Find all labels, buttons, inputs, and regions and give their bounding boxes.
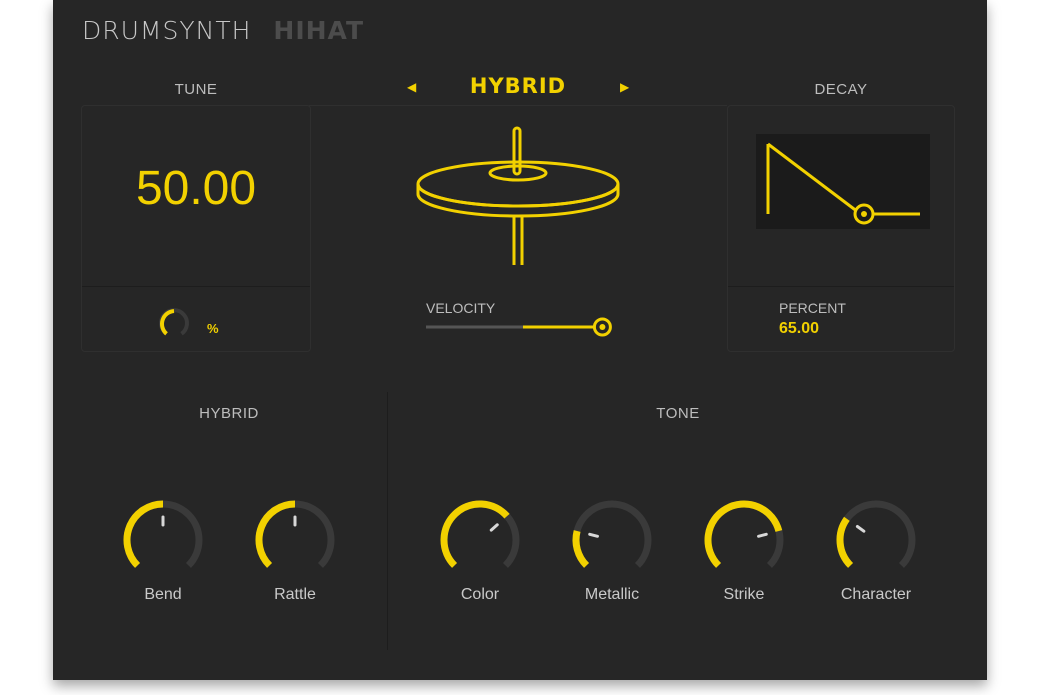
metallic-knob-track [572,500,652,568]
tune-label: TUNE [174,81,218,98]
color-knob[interactable] [438,498,522,582]
decay-label: DECAY [814,81,868,98]
rattle-knob-label: Rattle [274,586,316,603]
bend-knob-value-arc [123,500,164,568]
strike-knob-indicator [757,532,768,538]
strike-knob-value-arc [704,500,783,568]
metallic-knob[interactable] [570,498,654,582]
tone-section-title: TONE [656,405,700,422]
hybrid-section-title: HYBRID [199,405,259,422]
rattle-knob-value-arc [255,500,296,568]
color-knob-value-arc [440,500,510,568]
percent-label: PERCENT [779,300,846,316]
rattle-knob[interactable] [253,498,337,582]
tune-mode-knob[interactable] [152,302,196,346]
plugin-panel: DRUMSYNTH HIHAT TUNE 50.00 % ◀ HYBRID ▶ V… [53,0,987,680]
character-knob-label: Character [840,586,912,603]
metallic-knob-indicator [588,532,599,538]
prev-mode-icon[interactable]: ◀ [407,80,416,94]
envelope-curve-icon [766,142,920,225]
character-knob-value-arc [836,516,854,568]
color-knob-indicator [489,523,499,532]
decay-divider [728,286,954,287]
instrument-name: HIHAT [273,16,365,45]
tune-value-display[interactable]: 50.00 [82,161,310,216]
metallic-knob-value-arc [572,530,590,568]
percent-value[interactable]: 65.00 [779,320,819,338]
brand-name: DRUMSYNTH [82,16,252,45]
bend-knob-label: Bend [144,586,182,603]
cymbal-icon [416,126,620,265]
bend-knob[interactable] [121,498,205,582]
velocity-handle-dot [599,324,606,330]
section-divider [387,392,388,650]
color-knob-label: Color [460,586,500,603]
mode-name[interactable]: HYBRID [443,74,593,98]
tune-divider [82,286,310,287]
metallic-knob-label: Metallic [584,586,640,603]
next-mode-icon[interactable]: ▶ [620,80,629,94]
tune-unit: % [207,321,219,336]
character-knob[interactable] [834,498,918,582]
velocity-slider[interactable] [423,312,623,342]
character-knob-indicator [855,524,866,533]
brand-title: DRUMSYNTH HIHAT [82,16,364,46]
decay-envelope-display[interactable] [756,134,930,229]
strike-knob-label: Strike [723,586,765,603]
tune-panel: 50.00 % [81,105,311,352]
strike-knob[interactable] [702,498,786,582]
character-knob-track [836,500,916,568]
